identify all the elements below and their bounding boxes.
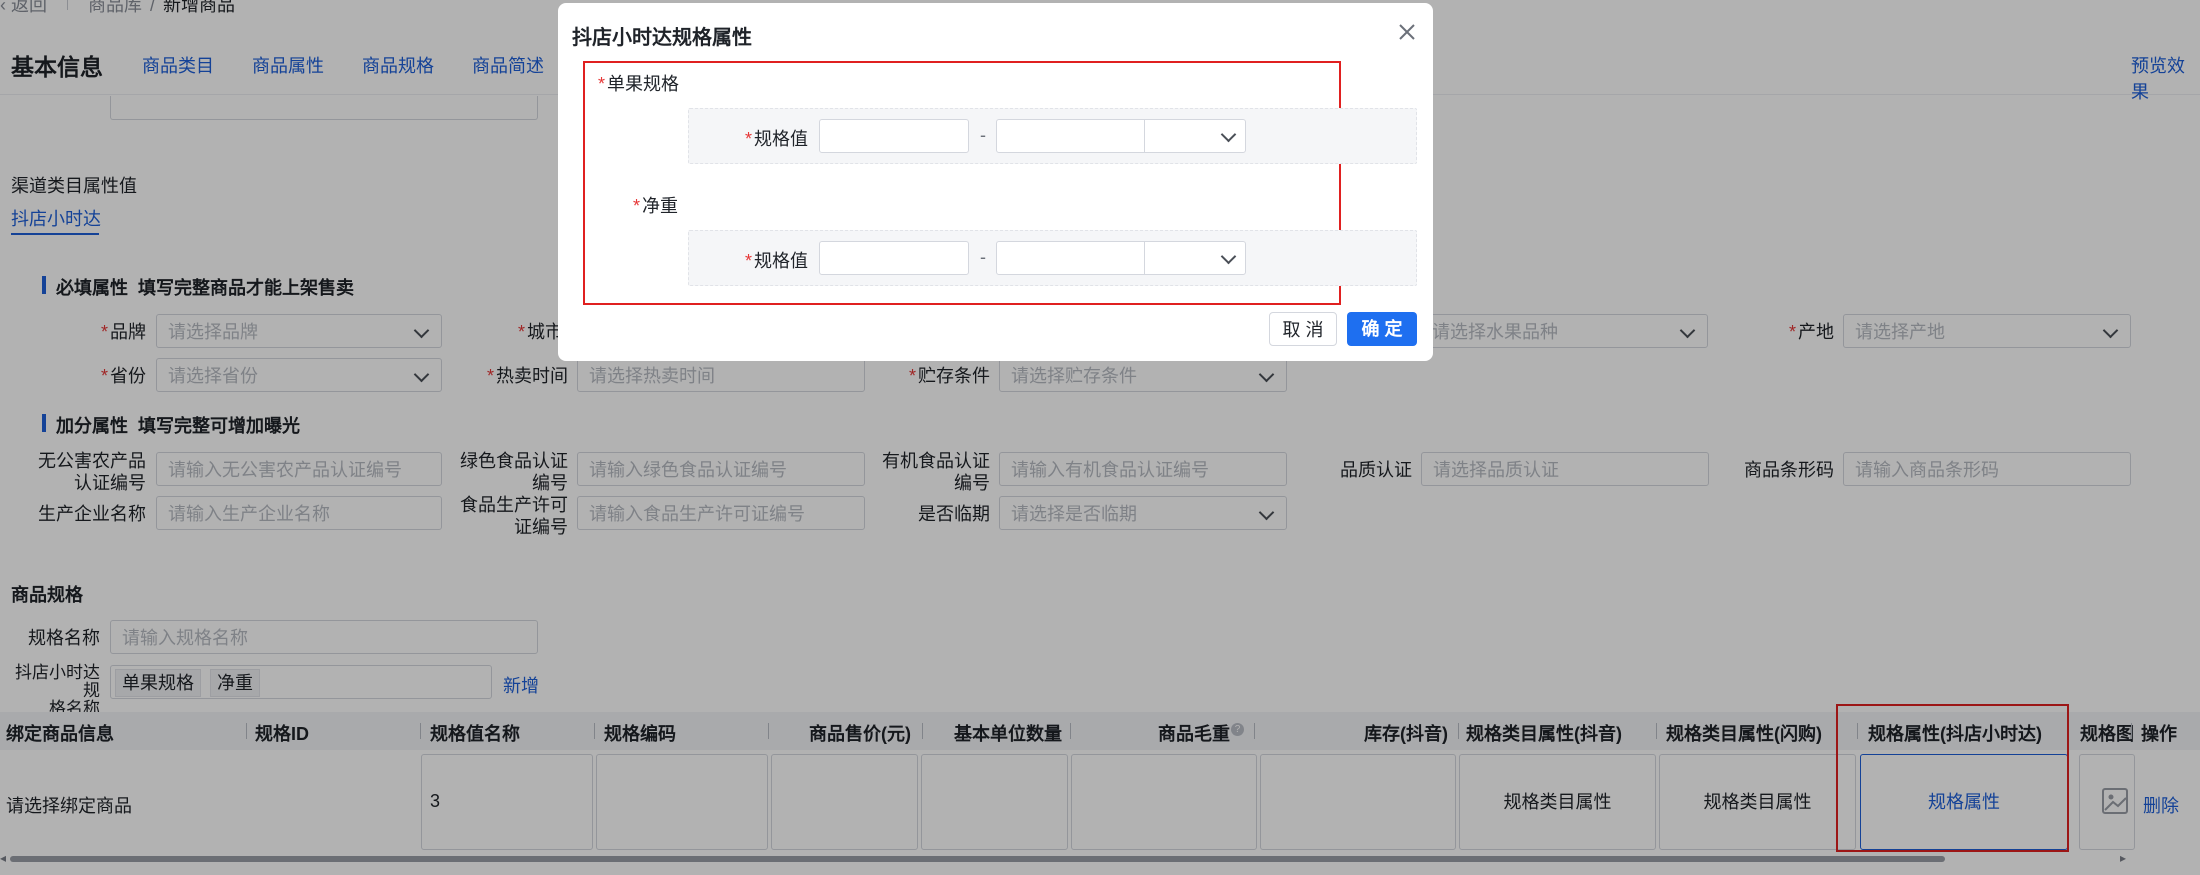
modal-title: 抖店小时达规格属性 [572,27,752,49]
group-title: * 单果规格 [598,74,680,94]
spec-value-min-input[interactable] [819,119,969,153]
unit-select[interactable] [1144,241,1248,275]
close-icon[interactable] [1396,21,1418,43]
spec-value-max-input[interactable] [996,119,1246,153]
cancel-button[interactable]: 取 消 [1269,312,1337,346]
spec-value-row: * 规格值 - [688,108,1417,164]
group-title: * 净重 [633,196,679,216]
confirm-button[interactable]: 确 定 [1347,312,1417,346]
spec-attr-modal: 抖店小时达规格属性 * 单果规格 * 规格值 - * 净重 * 规格值 - 取 消 确 … [558,3,1433,361]
range-dash: - [980,125,986,145]
spec-value-row: * 规格值 - [688,230,1417,286]
spec-value-min-input[interactable] [819,241,969,275]
spec-value-max-input[interactable] [996,241,1246,275]
unit-select[interactable] [1144,119,1248,153]
group-name: 净重 [642,196,679,216]
spec-value-label: * 规格值 [745,129,809,149]
range-dash: - [980,247,986,267]
group-name: 单果规格 [607,74,680,94]
spec-value-label: * 规格值 [745,251,809,271]
